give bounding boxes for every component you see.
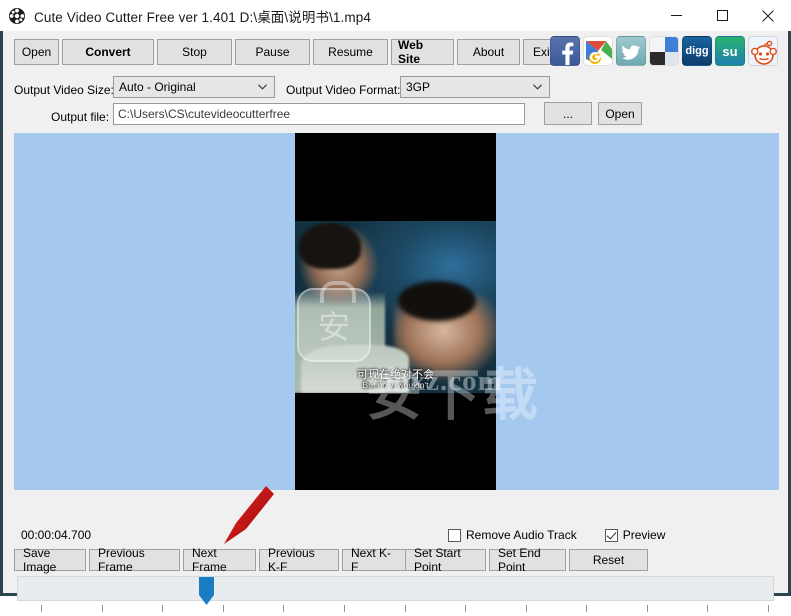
output-video-format-select[interactable]: 3GP: [400, 76, 550, 98]
film-reel-icon: [9, 7, 25, 24]
timeline-tick: [707, 605, 708, 612]
timeline-tick: [162, 605, 163, 612]
close-icon: [762, 9, 774, 22]
close-button[interactable]: [745, 0, 791, 31]
timeline-tick: [283, 605, 284, 612]
window-controls: [653, 0, 791, 31]
google-glyph: [586, 41, 612, 64]
browse-button[interactable]: ...: [544, 102, 592, 125]
output-file-label: Output file:: [51, 110, 110, 124]
video-person-right-hair: [398, 281, 476, 321]
social-share-bar: digg su: [550, 36, 778, 66]
video-person-left-hair: [299, 223, 361, 269]
reddit-icon[interactable]: [748, 36, 778, 66]
twitter-glyph: [622, 45, 641, 60]
windows-tile-icon[interactable]: [649, 36, 679, 66]
minimize-icon: [670, 15, 682, 16]
timeline-thumb[interactable]: [198, 577, 215, 607]
twitter-icon[interactable]: [616, 36, 646, 66]
timeline-ticks: [17, 605, 774, 615]
maximize-button[interactable]: [699, 0, 745, 31]
timeline-tick: [102, 605, 103, 612]
preview-label: Preview: [622, 528, 666, 542]
reddit-glyph: [751, 40, 777, 65]
website-button[interactable]: Web Site: [391, 38, 454, 66]
subtitle-english: But now, wouldn't: [362, 380, 429, 391]
minimize-button[interactable]: [653, 0, 699, 31]
video-still-image: 可现在绝对不会 But now, wouldn't: [295, 221, 496, 393]
window-title: Cute Video Cutter Free ver 1.401 D:\桌面\说…: [34, 9, 371, 25]
preview-checkbox[interactable]: Preview: [604, 528, 666, 542]
red-arrow-annotation: [224, 486, 274, 544]
output-file-input[interactable]: C:\Users\CS\cutevideocutterfree: [113, 103, 525, 125]
cute-video-cutter-window: Cute Video Cutter Free ver 1.401 D:\桌面\说…: [0, 0, 791, 612]
open-output-folder-button[interactable]: Open: [598, 102, 642, 125]
facebook-glyph: [562, 42, 574, 65]
previous-keyframe-button[interactable]: Previous K-F: [259, 546, 339, 574]
set-end-point-button[interactable]: Set End Point: [489, 546, 566, 574]
current-timecode: 00:00:04.700: [21, 528, 92, 542]
about-button[interactable]: About: [457, 39, 520, 65]
google-icon[interactable]: [583, 36, 613, 66]
timeline-track[interactable]: [17, 576, 774, 601]
timeline-tick: [465, 605, 466, 612]
digg-label: digg: [685, 45, 709, 57]
next-keyframe-button[interactable]: Next K-F: [342, 546, 407, 574]
title-bar[interactable]: Cute Video Cutter Free ver 1.401 D:\桌面\说…: [0, 0, 791, 31]
timeline-tick: [768, 605, 769, 612]
resume-button[interactable]: Resume: [313, 39, 388, 65]
chevron-down-icon: [533, 84, 542, 90]
open-button[interactable]: Open: [14, 39, 59, 65]
video-preview-panel[interactable]: 可现在绝对不会 But now, wouldn't 安 安下载 anxz.com: [14, 133, 779, 490]
pause-button[interactable]: Pause: [235, 39, 310, 65]
stumbleupon-icon[interactable]: su: [715, 36, 745, 66]
timeline-tick: [647, 605, 648, 612]
timeline-tick: [586, 605, 587, 612]
next-frame-button[interactable]: Next Frame: [183, 546, 256, 574]
previous-frame-button[interactable]: Previous Frame: [89, 546, 180, 574]
digg-icon[interactable]: digg: [682, 36, 712, 66]
set-start-point-button[interactable]: Set Start Point: [405, 546, 486, 574]
output-video-format-value: 3GP: [406, 80, 431, 94]
remove-audio-track-box[interactable]: [448, 528, 461, 542]
timeline-tick: [526, 605, 527, 612]
output-video-format-label: Output Video Format:: [286, 83, 401, 97]
windows-tile-glyph: [650, 37, 678, 65]
timeline-slider[interactable]: [17, 576, 774, 616]
main-toolbar: Open Convert Stop Pause Resume Web Site …: [14, 38, 566, 66]
output-video-size-label: Output Video Size:: [14, 83, 114, 97]
video-frame: 可现在绝对不会 But now, wouldn't: [295, 133, 496, 490]
facebook-icon[interactable]: [550, 36, 580, 66]
cut-point-buttons: Set Start Point Set End Point Reset: [405, 546, 648, 574]
preview-options: Remove Audio Track Preview: [448, 528, 665, 542]
timeline-tick: [41, 605, 42, 612]
timeline-tick: [223, 605, 224, 612]
remove-audio-track-label: Remove Audio Track: [466, 528, 577, 542]
timeline-tick: [344, 605, 345, 612]
timeline-tick: [405, 605, 406, 612]
stop-button[interactable]: Stop: [157, 39, 232, 65]
save-image-button[interactable]: Save Image: [14, 546, 86, 574]
chevron-down-icon: [258, 84, 267, 90]
reset-button[interactable]: Reset: [569, 549, 648, 571]
output-video-size-select[interactable]: Auto - Original: [113, 76, 275, 98]
video-subtitle: 可现在绝对不会 But now, wouldn't: [295, 368, 496, 391]
client-area: Open Convert Stop Pause Resume Web Site …: [0, 31, 791, 612]
convert-button[interactable]: Convert: [62, 39, 154, 65]
preview-box[interactable]: [604, 528, 618, 542]
frame-navigation-buttons: Save Image Previous Frame Next Frame Pre…: [14, 546, 407, 574]
stumbleupon-label: su: [722, 43, 738, 59]
remove-audio-track-checkbox[interactable]: Remove Audio Track: [448, 528, 577, 542]
output-video-size-value: Auto - Original: [119, 80, 196, 94]
maximize-icon: [716, 10, 728, 21]
